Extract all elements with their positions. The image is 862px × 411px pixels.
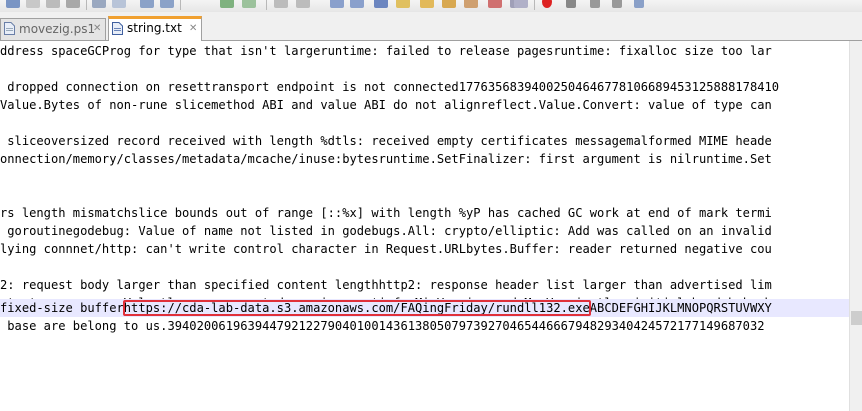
playback-macro-icon[interactable] [590, 0, 600, 8]
editor-line: dropped connection on resettransport end… [0, 80, 780, 94]
indent-guide-icon[interactable] [420, 0, 434, 8]
toolbar-separator [534, 0, 535, 10]
document-icon [4, 22, 15, 35]
show-all-chars-icon[interactable] [396, 0, 410, 8]
toolbar-separator [86, 0, 87, 10]
monitoring-icon[interactable] [514, 0, 528, 8]
close-tab-icon[interactable]: ✕ [189, 24, 197, 34]
tab-string-txt[interactable]: string.txt ✕ [108, 16, 202, 41]
save-all-icon[interactable] [6, 0, 20, 8]
toolbar-separator [266, 0, 267, 10]
toolbar [0, 0, 862, 12]
close-tab-icon[interactable]: ✕ [93, 24, 101, 34]
highlighted-url[interactable]: https://cda-lab-data.s3.amazonaws.com/FA… [122, 300, 591, 316]
editor-line: rs length mismatchslice bounds out of ra… [0, 206, 772, 220]
editor-line: onnection/memory/classes/metadata/mcache… [0, 152, 772, 166]
word-wrap-icon[interactable] [374, 0, 388, 8]
notepad-plus-plus-window: movezig.ps1 ✕ string.txt ✕ ddress spaceG… [0, 0, 862, 411]
tab-movezig[interactable]: movezig.ps1 ✕ [0, 18, 106, 40]
vertical-scrollbar[interactable] [849, 41, 862, 411]
record-macro-icon[interactable] [542, 0, 552, 8]
editor-line: goroutinegodebug: Value of name not list… [0, 224, 772, 238]
sync-scroll-h-icon[interactable] [350, 0, 364, 8]
editor-line: base are belong to us.394020061963944792… [0, 319, 765, 333]
udl-icon[interactable] [442, 0, 456, 8]
tab-label: movezig.ps1 [19, 22, 96, 36]
undo-icon[interactable] [140, 0, 154, 8]
replace-icon[interactable] [242, 0, 256, 8]
line-prefix-text: fixed-size buffer [0, 301, 124, 315]
editor-line: 2: request body larger than specified co… [0, 278, 772, 292]
close-all-icon[interactable] [46, 0, 60, 8]
stop-recording-icon[interactable] [566, 0, 576, 8]
print-icon[interactable] [66, 0, 80, 8]
find-icon[interactable] [220, 0, 234, 8]
copy-icon[interactable] [112, 0, 126, 8]
editor-line: ddress spaceGCProg for type that isn't l… [0, 44, 772, 58]
editor-line: sliceoversized record received with leng… [0, 134, 772, 148]
save-macro-icon[interactable] [634, 0, 644, 8]
toolbar-separator [180, 0, 181, 10]
line-suffix-text: ABCDEFGHIJKLMNOPQRSTUVWXY [589, 301, 772, 315]
run-macro-multiple-icon[interactable] [612, 0, 622, 8]
editor-line-current: fixed-size bufferhttps://cda-lab-data.s3… [0, 299, 849, 317]
tab-label: string.txt [127, 21, 182, 35]
scrollbar-thumb[interactable] [851, 311, 862, 325]
text-editor[interactable]: ddress spaceGCProg for type that isn't l… [0, 41, 849, 411]
document-icon [112, 22, 123, 35]
redo-icon[interactable] [160, 0, 174, 8]
tab-bar: movezig.ps1 ✕ string.txt ✕ [0, 12, 862, 41]
cut-icon[interactable] [92, 0, 106, 8]
function-list-icon[interactable] [488, 0, 502, 8]
doc-map-icon[interactable] [464, 0, 478, 8]
editor-line: lying connnet/http: can't write control … [0, 242, 772, 256]
zoom-out-icon[interactable] [296, 0, 310, 8]
sync-scroll-v-icon[interactable] [330, 0, 344, 8]
zoom-in-icon[interactable] [274, 0, 288, 8]
editor-line: Value.Bytes of non-rune slicemethod ABI … [0, 98, 772, 112]
close-icon[interactable] [26, 0, 40, 8]
